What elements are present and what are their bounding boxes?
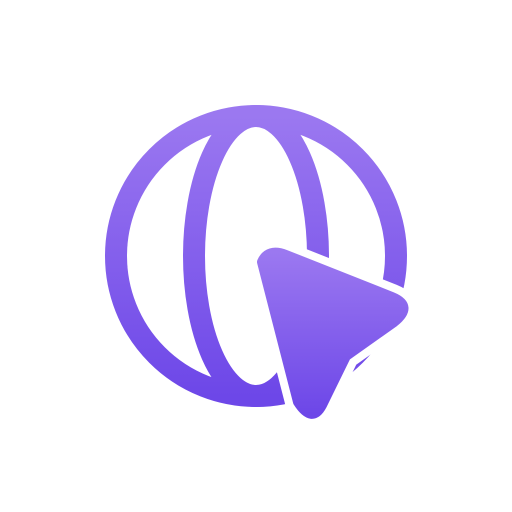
globe-cursor-icon: [105, 105, 409, 419]
